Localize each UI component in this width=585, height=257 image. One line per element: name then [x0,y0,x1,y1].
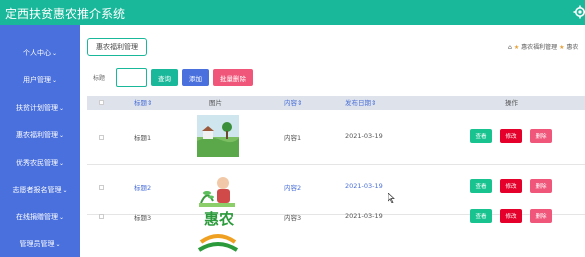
row-content: 内容1 [284,134,302,142]
sidebar-item-label: 志愿者报名管理 [12,186,62,194]
chevron-down-icon: ⌄ [58,160,65,167]
table-row: 标题3 惠农 内容3 2021-03-19 查看 修改 删除 [87,205,585,257]
sidebar-item-users[interactable]: 用户管理⌄ [0,73,80,87]
edit-button[interactable]: 修改 [500,209,522,223]
sidebar-item-label: 惠农福利管理 [15,131,58,139]
chevron-down-icon: ⌄ [51,77,58,84]
sidebar: 个人中心⌄ 用户管理⌄ 扶贫计划管理⌄ 惠农福利管理⌄ 优秀农民管理⌄ 志愿者报… [0,25,80,257]
search-input[interactable] [116,68,147,87]
row-date: 2021-03-19 [345,132,383,140]
column-header-image: 图片 [209,99,222,107]
row-title: 标题3 [134,214,152,222]
top-bar: 定西扶贫惠农推介系统 [0,0,585,25]
main-content: 惠农福利管理 ⌂ ★ 惠农福利管理 ★ 惠农 标题 查询 添加 批量删除 标题⇕ … [80,25,585,257]
column-header-label: 内容 [284,99,297,107]
tab-farm-benefits[interactable]: 惠农福利管理 [87,38,147,56]
column-header-label: 发布日期 [345,99,371,107]
star-icon: ★ [559,44,565,51]
sidebar-item-poverty-plan[interactable]: 扶贫计划管理⌄ [0,101,80,115]
sidebar-item-donations[interactable]: 在线捐赠管理⌄ [0,210,80,224]
column-header-title[interactable]: 标题⇕ [134,96,152,110]
chevron-down-icon: ⌄ [62,187,68,194]
star-icon: ★ [513,44,520,51]
sidebar-item-personal-center[interactable]: 个人中心⌄ [0,46,80,60]
delete-button[interactable]: 删除 [530,209,552,223]
column-header-actions: 操作 [505,99,518,107]
view-button[interactable]: 查看 [470,129,492,143]
sort-icon: ⇕ [371,99,377,107]
gear-icon[interactable] [573,5,585,19]
breadcrumb: ⌂ ★ 惠农福利管理 ★ 惠农 [506,42,578,51]
select-all-checkbox[interactable] [99,100,104,105]
view-button[interactable]: 查看 [470,209,492,223]
chevron-down-icon: ⌄ [58,132,65,139]
sidebar-item-farm-benefits[interactable]: 惠农福利管理⌄ [0,128,80,142]
sort-icon: ⇕ [147,99,153,107]
delete-button[interactable]: 删除 [530,179,552,193]
row-checkbox[interactable] [99,185,104,190]
chevron-down-icon: ⌄ [55,241,61,248]
home-icon[interactable]: ⌂ [508,44,512,51]
table-header: 标题⇕ 图片 内容⇕ 发布日期⇕ 操作 [87,96,585,110]
village-image [197,115,239,157]
edit-button[interactable]: 修改 [500,129,522,143]
row-checkbox[interactable] [99,214,104,219]
sidebar-item-label: 个人中心 [22,49,51,57]
search-label: 标题 [93,75,106,82]
row-content: 内容3 [284,214,302,222]
column-header-content[interactable]: 内容⇕ [284,96,302,110]
column-header-label: 标题 [134,99,147,107]
row-date: 2021-03-19 [345,212,383,220]
sort-icon: ⇕ [297,99,303,107]
chevron-down-icon: ⌄ [51,50,58,57]
view-button[interactable]: 查看 [470,179,492,193]
sidebar-item-label: 扶贫计划管理 [15,104,58,112]
logo-text: 惠农 [203,210,234,228]
row-title: 标题2 [134,184,152,192]
chevron-down-icon: ⌄ [58,105,65,112]
add-button[interactable]: 添加 [182,69,209,86]
chevron-down-icon: ⌄ [58,214,65,221]
delete-button[interactable]: 删除 [530,129,552,143]
row-content: 内容2 [284,184,302,192]
logo-field-graphic [197,234,239,252]
huinong-logo-image: 惠农 [197,208,239,254]
mouse-cursor-icon [388,193,395,203]
breadcrumb-item[interactable]: 惠农 [566,44,578,51]
row-checkbox[interactable] [99,135,104,140]
app-title: 定西扶贫惠农推介系统 [5,7,126,21]
breadcrumb-item[interactable]: 惠农福利管理 [521,44,557,51]
sidebar-item-label: 用户管理 [22,76,51,84]
sidebar-item-label: 在线捐赠管理 [15,213,58,221]
edit-button[interactable]: 修改 [500,179,522,193]
sidebar-item-label: 管理员管理 [19,240,55,248]
sidebar-item-label: 优秀农民管理 [15,159,58,167]
row-date: 2021-03-19 [345,182,383,190]
sidebar-item-admins[interactable]: 管理员管理⌄ [0,237,80,251]
sidebar-item-volunteers[interactable]: 志愿者报名管理⌄ [0,183,80,197]
batch-delete-button[interactable]: 批量删除 [213,69,253,86]
table-row: 标题1 内容1 2021-03-19 查看 修改 删除 [87,115,585,165]
query-button[interactable]: 查询 [151,69,178,86]
column-header-date[interactable]: 发布日期⇕ [345,96,376,110]
row-title: 标题1 [134,134,152,142]
sidebar-item-farmers[interactable]: 优秀农民管理⌄ [0,156,80,170]
